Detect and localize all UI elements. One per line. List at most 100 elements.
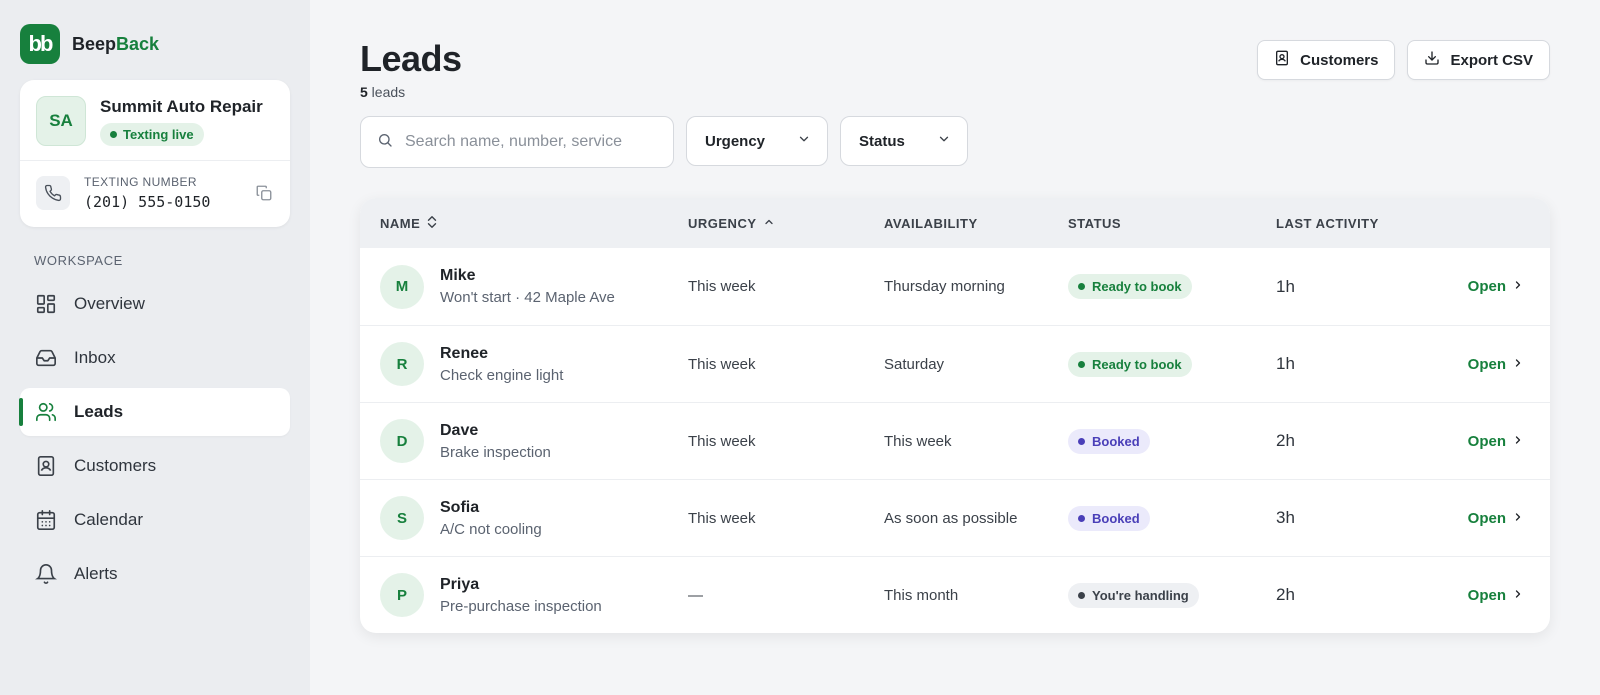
business-avatar: SA <box>36 96 86 146</box>
sidebar-item-label: Customers <box>74 456 157 475</box>
lead-count-number: 5 <box>360 84 368 100</box>
lead-service: A/C not cooling <box>440 520 542 538</box>
status-dot-icon <box>1078 514 1085 522</box>
sidebar-item-customers[interactable]: Customers <box>20 442 290 490</box>
users-icon <box>34 400 58 424</box>
status-dot-icon <box>1078 591 1085 599</box>
sidebar-item-inbox[interactable]: Inbox <box>20 334 290 382</box>
inbox-icon <box>34 346 58 370</box>
chevron-up-icon <box>763 216 775 231</box>
column-header-label: NAME <box>380 215 421 231</box>
leads-table: NAME URGENCY AVAILABILITY STATUS LAST AC… <box>360 198 1550 633</box>
table-row[interactable]: M Mike Won't start · 42 Maple Ave This w… <box>360 248 1550 325</box>
business-card: SA Summit Auto Repair Texting live TEXTI… <box>20 80 290 227</box>
sidebar-item-label: Alerts <box>74 564 118 583</box>
lead-urgency: — <box>688 586 703 604</box>
lead-last-activity: 2h <box>1276 431 1295 450</box>
sidebar-item-overview[interactable]: Overview <box>20 280 290 328</box>
chevron-right-icon <box>1512 356 1524 373</box>
open-link-label: Open <box>1467 432 1506 450</box>
brand[interactable]: bb BeepBack <box>20 24 290 64</box>
copy-icon[interactable] <box>254 183 274 203</box>
lead-service: Won't start · 42 Maple Ave <box>440 289 615 306</box>
sidebar-item-label: Calendar <box>74 510 143 529</box>
sidebar-item-calendar[interactable]: Calendar <box>20 496 290 544</box>
sort-icon <box>426 215 438 232</box>
lead-name: Mike <box>440 267 476 284</box>
contact-book-icon <box>1274 50 1290 70</box>
customers-button-label: Customers <box>1300 51 1379 69</box>
sidebar-item-label: Leads <box>74 402 124 421</box>
search-box <box>360 116 674 168</box>
lead-service: Check engine light <box>440 366 564 384</box>
lead-last-activity: 1h <box>1276 354 1295 373</box>
sidebar-item-alerts[interactable]: Alerts <box>20 550 290 598</box>
status-dot-icon <box>1078 437 1085 445</box>
status-badge: Booked <box>1068 505 1150 531</box>
column-header-urgency[interactable]: URGENCY <box>688 216 884 231</box>
open-lead-link[interactable]: Open <box>1468 510 1524 527</box>
column-header-status: STATUS <box>1068 215 1122 231</box>
lead-avatar: P <box>380 573 424 617</box>
brand-name-part: Beep <box>72 33 117 54</box>
urgency-filter-label: Urgency <box>705 132 766 150</box>
status-filter-label: Status <box>859 132 905 150</box>
lead-avatar: R <box>380 342 424 386</box>
sidebar-item-label: Overview <box>74 294 145 313</box>
contact-book-icon <box>34 454 58 478</box>
customers-button[interactable]: Customers <box>1257 40 1396 80</box>
table-row[interactable]: D Dave Brake inspection This week This w… <box>360 402 1550 479</box>
open-link-label: Open <box>1467 355 1506 373</box>
texting-number: (201) 555-0150 <box>84 193 211 211</box>
lead-name: Priya <box>440 575 480 593</box>
lead-last-activity: 3h <box>1276 508 1295 527</box>
open-lead-link[interactable]: Open <box>1468 433 1524 450</box>
column-header-label: URGENCY <box>688 215 757 231</box>
sidebar-item-leads[interactable]: Leads <box>19 388 290 436</box>
status-badge: Booked <box>1068 428 1150 454</box>
status-badge: Ready to book <box>1068 351 1192 377</box>
phone-icon <box>36 176 70 210</box>
urgency-filter[interactable]: Urgency <box>686 116 828 166</box>
search-icon <box>377 132 393 153</box>
table-row[interactable]: S Sofia A/C not cooling This week As soo… <box>360 479 1550 556</box>
calendar-icon <box>34 508 58 532</box>
open-link-label: Open <box>1467 509 1506 527</box>
brand-name-accent: Back <box>116 33 160 54</box>
lead-urgency: This week <box>688 509 756 527</box>
texting-live-badge: Texting live <box>100 122 204 146</box>
status-badge-label: Ready to book <box>1092 356 1182 372</box>
lead-name: Dave <box>440 421 479 439</box>
status-badge: Ready to book <box>1068 274 1192 299</box>
lead-name: Renee <box>440 344 489 362</box>
lead-availability: Thursday morning <box>884 278 1005 295</box>
grid-icon <box>34 292 58 316</box>
table-row[interactable]: R Renee Check engine light This week Sat… <box>360 325 1550 402</box>
lead-availability: This month <box>884 586 959 604</box>
filter-bar: Urgency Status <box>360 116 1550 168</box>
main-content: Leads 5 leads Customers Export CSV Urgen… <box>310 0 1600 695</box>
chevron-right-icon <box>1512 278 1524 295</box>
status-badge-label: You're handling <box>1092 587 1189 603</box>
bell-icon <box>34 562 58 586</box>
lead-availability: As soon as possible <box>884 509 1018 527</box>
status-badge-label: Ready to book <box>1092 279 1182 294</box>
status-badge: You're handling <box>1068 582 1199 608</box>
live-badge-label: Texting live <box>123 126 194 142</box>
status-filter[interactable]: Status <box>840 116 968 166</box>
search-input[interactable] <box>405 133 645 151</box>
column-header-availability: AVAILABILITY <box>884 215 978 231</box>
lead-urgency: This week <box>688 432 756 450</box>
business-name: Summit Auto Repair <box>100 96 263 116</box>
column-header-name[interactable]: NAME <box>360 215 688 232</box>
lead-count-label: leads <box>367 84 406 100</box>
lead-last-activity: 2h <box>1276 585 1295 604</box>
header-actions: Customers Export CSV <box>1257 40 1550 80</box>
lead-avatar: M <box>380 264 424 309</box>
table-row[interactable]: P Priya Pre-purchase inspection — This m… <box>360 556 1550 633</box>
open-lead-link[interactable]: Open <box>1468 587 1524 604</box>
open-lead-link[interactable]: Open <box>1468 278 1524 295</box>
status-dot-icon <box>1078 360 1085 368</box>
open-lead-link[interactable]: Open <box>1468 356 1524 373</box>
export-csv-button[interactable]: Export CSV <box>1407 40 1550 80</box>
